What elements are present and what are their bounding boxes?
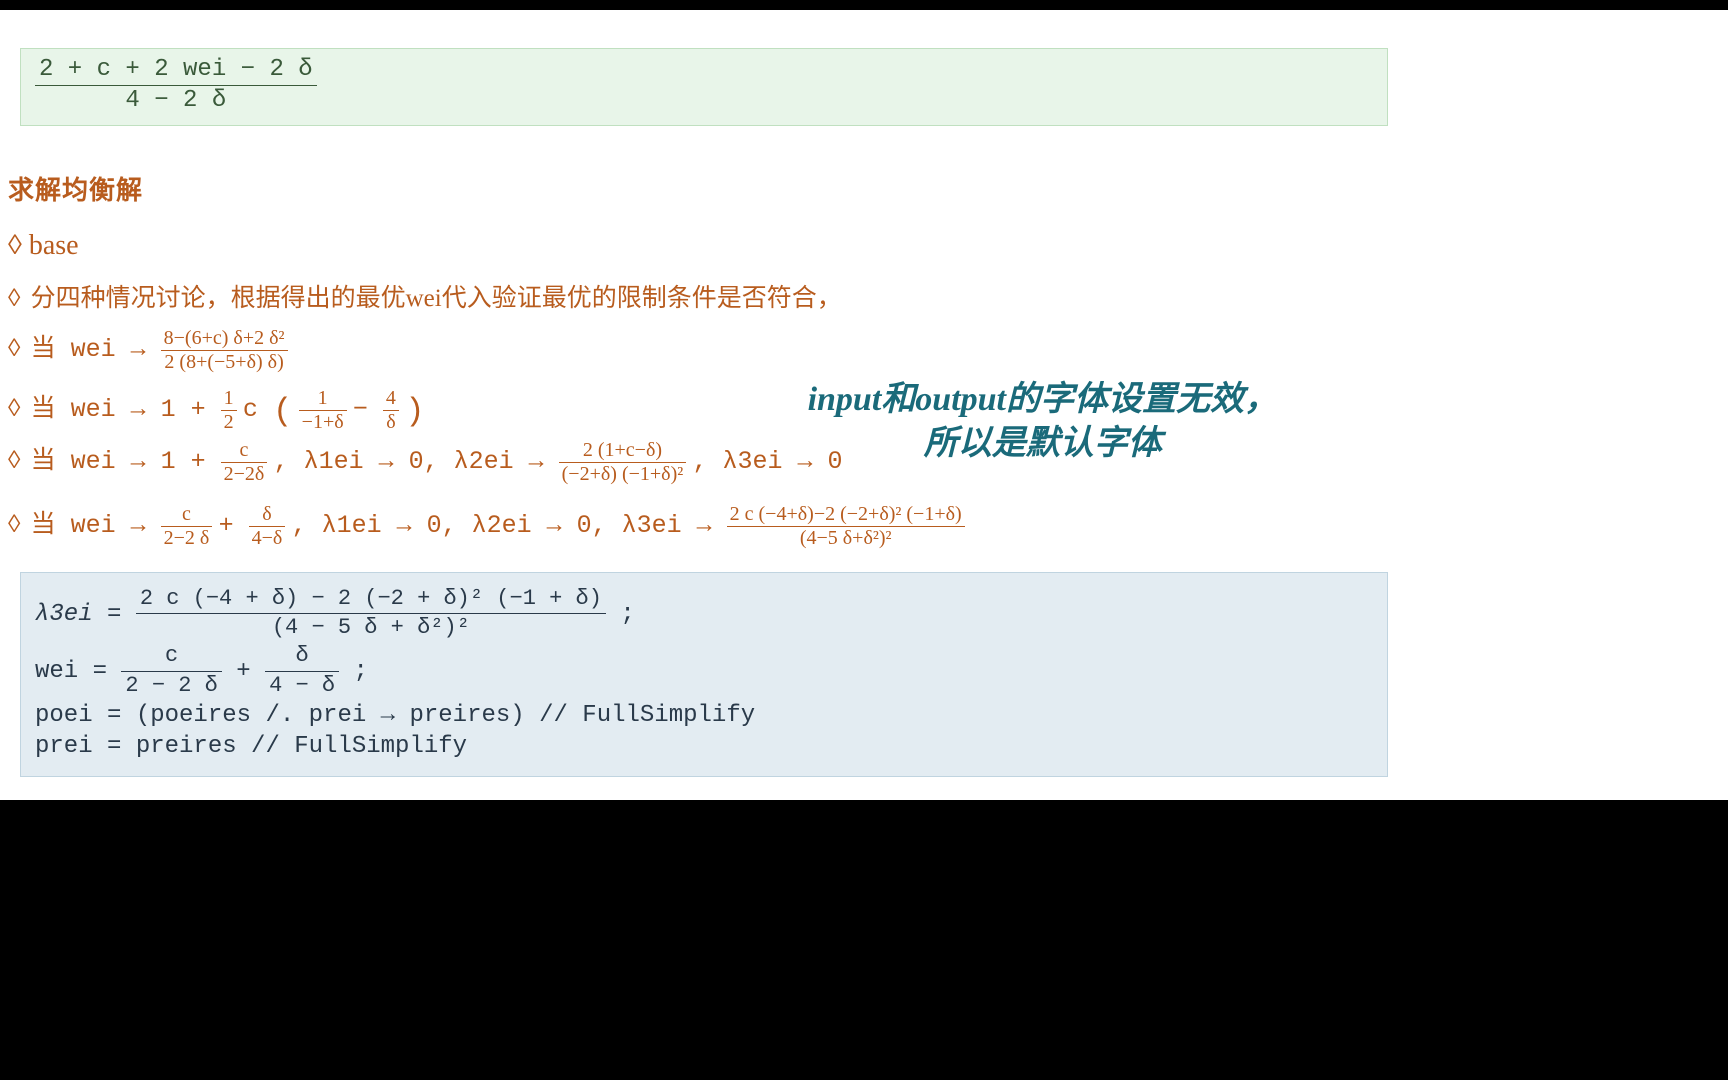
input-line-2: wei = c 2 − 2 δ + δ 4 − δ ; — [35, 644, 1373, 697]
case3-f2: 2 (1+c−δ) (−2+δ) (−1+δ)² — [559, 440, 687, 485]
annotation-line1: input和output的字体设置无效， — [808, 378, 1278, 422]
case4-fb: δ 4−δ — [249, 504, 286, 549]
input-l2b-frac: δ 4 − δ — [265, 644, 339, 697]
input-line-4: prei = preires // FullSimplify — [35, 733, 1373, 760]
case2-inner1: 1 −1+δ — [299, 388, 347, 433]
input-line-3: poei = (poeires /. prei → preires) // Fu… — [35, 702, 1373, 729]
output-denominator: 4 − 2 δ — [35, 86, 317, 114]
diamond-icon: ◊ — [8, 284, 20, 312]
case2-inner2: 4 δ — [383, 388, 399, 433]
case1-fraction: 8−(6+c) δ+2 δ² 2 (8+(−5+δ) δ) — [161, 328, 288, 373]
input-line-1: λ3ei = 2 c (−4 + δ) − 2 (−2 + δ)² (−1 + … — [35, 587, 1373, 640]
case2-prefix: 当 wei → 1 + — [31, 395, 221, 424]
annotation-overlay: input和output的字体设置无效， 所以是默认字体 — [808, 378, 1278, 466]
case3-f1: c 2−2δ — [221, 440, 268, 485]
annotation-line2: 所以是默认字体 — [808, 422, 1278, 466]
case2-half: 1 2 — [221, 388, 237, 433]
case-4: ◊ 当 wei → c 2−2 δ + δ 4−δ , λ1ei → 0, λ2… — [8, 504, 965, 549]
bullet-intro-text: 分四种情况讨论，根据得出的最优wei代入验证最优的限制条件是否符合， — [31, 285, 842, 312]
output-numerator: 2 + c + 2 wei − 2 δ — [35, 57, 317, 86]
case4-fa: c 2−2 δ — [161, 504, 213, 549]
input-cell[interactable]: λ3ei = 2 c (−4 + δ) − 2 (−2 + δ)² (−1 + … — [20, 572, 1388, 777]
case1-prefix: 当 wei → — [31, 335, 161, 364]
bullet-intro: ◊ 分四种情况讨论，根据得出的最优wei代入验证最优的限制条件是否符合， — [8, 278, 842, 314]
case-3: ◊ 当 wei → 1 + c 2−2δ , λ1ei → 0, λ2ei → … — [8, 440, 843, 485]
output-fraction: 2 + c + 2 wei − 2 δ 4 − 2 δ — [35, 57, 317, 115]
letterbox-bottom — [0, 800, 1728, 1080]
case-2: ◊ 当 wei → 1 + 1 2 c ( 1 −1+δ − 4 δ ) — [8, 388, 425, 433]
input-l1-frac: 2 c (−4 + δ) − 2 (−2 + δ)² (−1 + δ) (4 −… — [136, 587, 606, 640]
input-l2a-frac: c 2 − 2 δ — [121, 644, 221, 697]
case-1: ◊ 当 wei → 8−(6+c) δ+2 δ² 2 (8+(−5+δ) δ) — [8, 328, 288, 373]
case4-fc: 2 c (−4+δ)−2 (−2+δ)² (−1+δ) (4−5 δ+δ²)² — [727, 504, 965, 549]
diamond-icon: ◊ — [8, 446, 20, 474]
output-cell: 2 + c + 2 wei − 2 δ 4 − 2 δ — [20, 48, 1388, 126]
subsection-base: ◊ base — [8, 230, 79, 262]
diamond-icon: ◊ — [8, 510, 20, 538]
diamond-icon: ◊ — [8, 394, 20, 422]
section-title: 求解均衡解 — [8, 170, 143, 207]
diamond-icon: ◊ — [8, 334, 20, 362]
